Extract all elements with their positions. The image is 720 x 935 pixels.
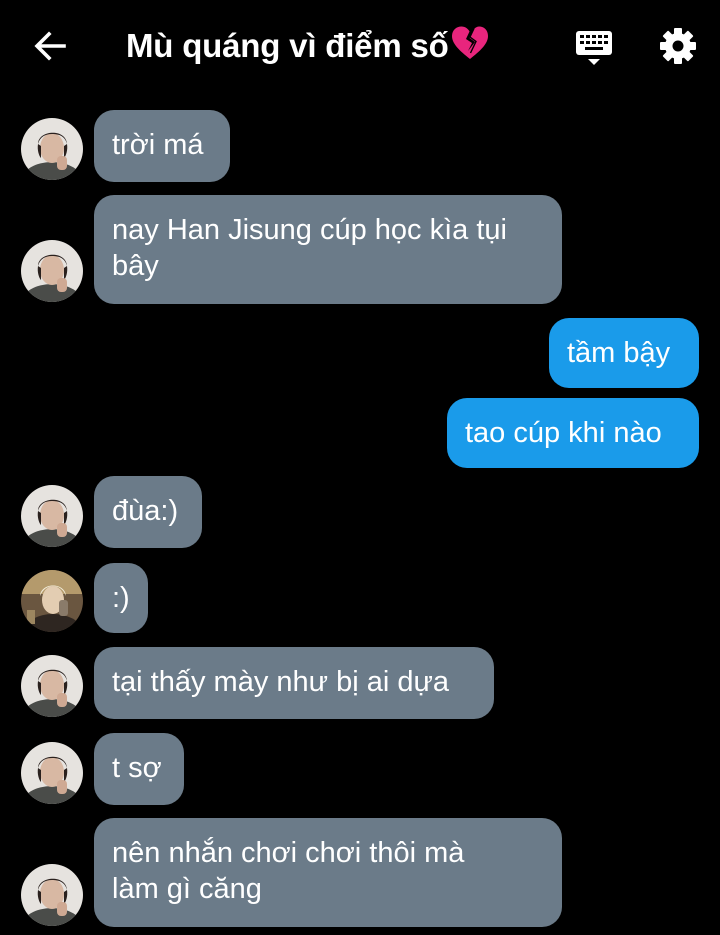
message-text: tầm bậy (567, 337, 671, 369)
keyboard-button[interactable] (574, 28, 614, 68)
message-text: :) (112, 582, 130, 614)
message-text: trời má (112, 129, 204, 161)
back-button[interactable] (30, 26, 70, 66)
avatar[interactable] (21, 118, 83, 180)
message-bubble-incoming[interactable]: t sợ (94, 733, 184, 805)
message-text-line: nên nhắn chơi chơi thôi mà (112, 837, 465, 869)
keyboard-icon (576, 31, 612, 65)
chat-title: Mù quáng vì điểm số (126, 25, 490, 70)
message-text-line: bây (112, 250, 159, 282)
avatar[interactable] (21, 240, 83, 302)
message-text-line: nay Han Jisung cúp học kìa tụi (112, 214, 507, 246)
message-row: t sợ (0, 733, 720, 805)
avatar-photo (21, 118, 83, 180)
message-bubble-incoming[interactable]: trời má (94, 110, 230, 182)
avatar[interactable] (21, 485, 83, 547)
avatar-photo (21, 570, 83, 632)
avatar-photo (21, 655, 83, 717)
chat-title-text: Mù quáng vì điểm số (126, 27, 449, 64)
avatar[interactable] (21, 864, 83, 926)
message-row: :) (0, 563, 720, 633)
avatar-photo (21, 240, 83, 302)
chat-header: Mù quáng vì điểm số (0, 0, 720, 92)
settings-button[interactable] (658, 26, 698, 66)
message-bubble-outgoing[interactable]: tầm bậy (549, 318, 699, 388)
broken-heart-icon (450, 25, 490, 70)
message-bubble-incoming[interactable]: nên nhắn chơi chơi thôi mà làm gì căng (94, 818, 562, 927)
message-text: đùa:) (112, 495, 179, 527)
message-row: tại thấy mày như bị ai dựa (0, 647, 720, 719)
message-text: tại thấy mày như bị ai dựa (112, 666, 450, 698)
message-row: tao cúp khi nào (0, 398, 720, 468)
avatar-photo (21, 864, 83, 926)
avatar[interactable] (21, 570, 83, 632)
message-row: đùa:) (0, 476, 720, 548)
message-text-line: làm gì căng (112, 873, 262, 905)
message-text: tao cúp khi nào (465, 417, 662, 449)
avatar-photo (21, 485, 83, 547)
message-row: nên nhắn chơi chơi thôi mà làm gì căng (0, 818, 720, 927)
message-bubble-incoming[interactable]: tại thấy mày như bị ai dựa (94, 647, 494, 719)
message-bubble-incoming[interactable]: đùa:) (94, 476, 202, 548)
message-row: trời má (0, 110, 720, 182)
gear-icon (660, 28, 696, 64)
avatar[interactable] (21, 742, 83, 804)
avatar[interactable] (21, 655, 83, 717)
arrow-left-icon (34, 31, 66, 61)
message-bubble-incoming[interactable]: nay Han Jisung cúp học kìa tụi bây (94, 195, 562, 304)
message-row: nay Han Jisung cúp học kìa tụi bây (0, 195, 720, 304)
message-text: t sợ (112, 752, 162, 784)
message-bubble-incoming[interactable]: :) (94, 563, 148, 633)
avatar-photo (21, 742, 83, 804)
message-row: tầm bậy (0, 318, 720, 388)
message-bubble-outgoing[interactable]: tao cúp khi nào (447, 398, 699, 468)
